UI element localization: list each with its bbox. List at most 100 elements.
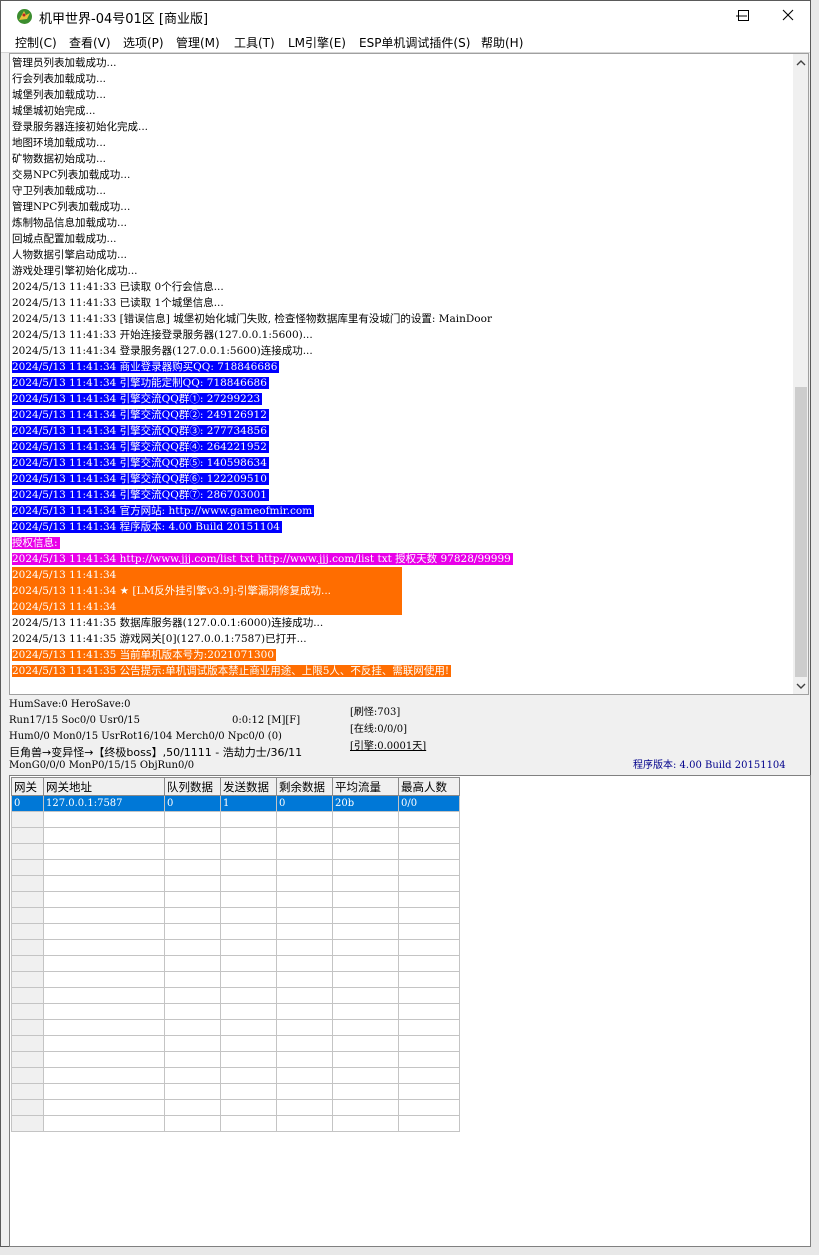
column-header[interactable]: 剩余数据 — [276, 777, 333, 796]
table-cell — [164, 971, 221, 988]
log-line: 回城点配置加载成功... — [12, 231, 792, 247]
log-line: 2024/5/13 11:41:33 已读取 1个城堡信息... — [12, 295, 792, 311]
table-cell — [276, 1003, 333, 1020]
menu-view[interactable]: 查看(V) — [69, 34, 111, 51]
table-cell — [11, 1035, 44, 1052]
menu-lm-engine[interactable]: LM引擎(E) — [288, 34, 346, 51]
table-cell — [43, 1051, 165, 1068]
log-scrollbar[interactable] — [793, 54, 808, 694]
close-button[interactable] — [764, 1, 810, 31]
table-cell — [11, 875, 44, 892]
scroll-thumb[interactable] — [795, 387, 807, 677]
table-cell — [220, 859, 277, 876]
gateway-table[interactable]: 网关 网关地址 队列数据 发送数据 剩余数据 平均流量 最高人数 0 127.0.0.1:75… — [9, 775, 811, 1247]
menu-control[interactable]: 控制(C) — [15, 34, 57, 51]
table-cell — [43, 923, 165, 940]
table-cell — [11, 811, 44, 828]
table-row-empty[interactable] — [11, 939, 460, 956]
log-line: 2024/5/13 11:41:34 引擎交流QQ群⑥: 122209510 — [12, 471, 792, 487]
table-cell — [164, 811, 221, 828]
maximize-button[interactable] — [720, 1, 766, 31]
table-cell — [220, 827, 277, 844]
log-line-text: 管理员列表加载成功... — [12, 57, 117, 69]
menu-esp-plugin[interactable]: ESP单机调试插件(S) — [359, 34, 470, 51]
table-row[interactable]: 0 127.0.0.1:7587 0 1 0 20b 0/0 — [11, 795, 460, 812]
server-log[interactable]: 管理员列表加载成功... 行会列表加载成功... 城堡列表加载成功... 城堡城初始完… — [9, 53, 809, 695]
table-cell — [398, 955, 460, 972]
log-line: 2024/5/13 11:41:34 引擎交流QQ群④: 264221952 — [12, 439, 792, 455]
table-cell — [276, 939, 333, 956]
log-line-text: 2024/5/13 11:41:34 引擎交流QQ群⑤: 140598634 — [12, 457, 269, 469]
column-header[interactable]: 发送数据 — [220, 777, 277, 796]
table-row-empty[interactable] — [11, 1003, 460, 1020]
log-line: 2024/5/13 11:41:34 商业登录器购买QQ: 718846686 — [12, 359, 792, 375]
table-cell — [164, 1099, 221, 1116]
table-row-empty[interactable] — [11, 923, 460, 940]
table-cell — [43, 955, 165, 972]
table-row-empty[interactable] — [11, 859, 460, 876]
table-cell — [43, 1003, 165, 1020]
table-cell — [276, 1035, 333, 1052]
table-cell — [11, 1083, 44, 1100]
column-header[interactable]: 网关 — [11, 777, 44, 796]
log-line: 守卫列表加载成功... — [12, 183, 792, 199]
log-line-text: 登录服务器连接初始化完成... — [12, 121, 149, 133]
table-row-empty[interactable] — [11, 843, 460, 860]
log-line: 游戏处理引擎初始化成功... — [12, 263, 792, 279]
table-row-empty[interactable] — [11, 1083, 460, 1100]
table-cell — [11, 1003, 44, 1020]
table-cell: 1 — [220, 795, 277, 812]
column-header[interactable]: 平均流量 — [332, 777, 399, 796]
log-line: 2024/5/13 11:41:34 引擎交流QQ群②: 249126912 — [12, 407, 792, 423]
table-cell — [164, 891, 221, 908]
table-row-empty[interactable] — [11, 1019, 460, 1036]
table-cell — [220, 1003, 277, 1020]
table-row-empty[interactable] — [11, 1115, 460, 1132]
log-line-text: 2024/5/13 11:41:34 引擎交流QQ群②: 249126912 — [12, 409, 269, 421]
table-row-empty[interactable] — [11, 875, 460, 892]
table-cell — [220, 1099, 277, 1116]
menu-bar: 控制(C) 查看(V) 选项(P) 管理(M) 工具(T) LM引擎(E) ES… — [1, 31, 810, 53]
table-row-empty[interactable] — [11, 1035, 460, 1052]
table-cell — [164, 1003, 221, 1020]
title-bar[interactable]: 机甲世界-04号01区 [商业版] — [1, 1, 810, 31]
table-cell — [220, 987, 277, 1004]
menu-tools[interactable]: 工具(T) — [234, 34, 275, 51]
table-row-empty[interactable] — [11, 1099, 460, 1116]
log-line: 矿物数据初始成功... — [12, 151, 792, 167]
table-row-empty[interactable] — [11, 971, 460, 988]
menu-options[interactable]: 选项(P) — [123, 34, 164, 51]
main-window: 机甲世界-04号01区 [商业版] 控制(C) 查看(V) 选项(P) 管理(M… — [0, 0, 811, 1247]
log-line: 2024/5/13 11:41:34 登录服务器(127.0.0.1:5600)… — [12, 343, 792, 359]
table-cell — [11, 843, 44, 860]
log-line-text: 2024/5/13 11:41:34 引擎交流QQ群①: 27299223 — [12, 393, 263, 405]
table-row-empty[interactable] — [11, 1067, 460, 1084]
table-cell — [164, 875, 221, 892]
column-header[interactable]: 最高人数 — [398, 777, 460, 796]
table-cell — [43, 875, 165, 892]
table-row-empty[interactable] — [11, 955, 460, 972]
table-cell — [398, 811, 460, 828]
table-row-empty[interactable] — [11, 1051, 460, 1068]
table-row-empty[interactable] — [11, 827, 460, 844]
menu-help[interactable]: 帮助(H) — [481, 34, 523, 51]
scroll-down-icon[interactable] — [796, 681, 806, 691]
table-row-empty[interactable] — [11, 811, 460, 828]
table-row-empty[interactable] — [11, 891, 460, 908]
scroll-up-icon[interactable] — [796, 58, 806, 68]
table-cell — [164, 827, 221, 844]
table-row-empty[interactable] — [11, 907, 460, 924]
table-row-empty[interactable] — [11, 987, 460, 1004]
log-line: 2024/5/13 11:41:35 当前单机版本号为:2021071300 — [12, 647, 792, 663]
log-line-text: 2024/5/13 11:41:33 已读取 0个行会信息... — [12, 281, 224, 293]
column-header[interactable]: 网关地址 — [43, 777, 165, 796]
table-cell: 127.0.0.1:7587 — [43, 795, 165, 812]
table-cell — [332, 1115, 399, 1132]
column-header[interactable]: 队列数据 — [164, 777, 221, 796]
table-cell — [332, 1051, 399, 1068]
log-line: 2024/5/13 11:41:33 [错误信息] 城堡初始化城门失败, 检查怪… — [12, 311, 792, 327]
engine-days[interactable]: [引擎:0.0001天] — [350, 737, 426, 752]
log-line: 2024/5/13 11:41:34 — [12, 599, 792, 615]
menu-manage[interactable]: 管理(M) — [176, 34, 220, 51]
table-cell — [332, 1067, 399, 1084]
